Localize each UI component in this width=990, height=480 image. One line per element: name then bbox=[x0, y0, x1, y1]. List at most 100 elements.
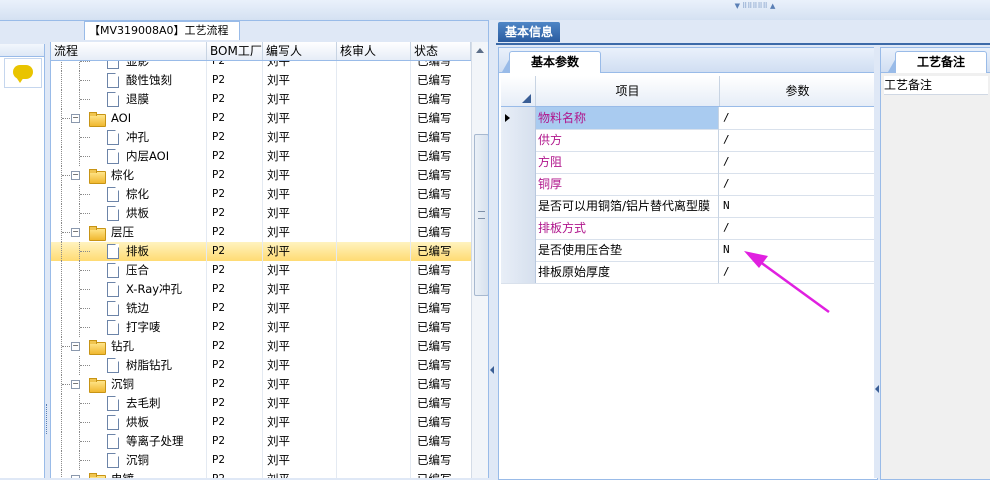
param-row[interactable]: 物料名称 / bbox=[501, 107, 875, 130]
params-grid-header: 项目 参数 bbox=[501, 76, 875, 107]
scroll-up-icon[interactable] bbox=[476, 48, 484, 53]
tree-vertical-scrollbar[interactable] bbox=[471, 42, 489, 478]
tree-row-name: 烘板 bbox=[126, 415, 149, 429]
col-header-bom[interactable]: BOM工厂 bbox=[207, 42, 263, 60]
tree-row[interactable]: 退膜 P2 刘平 已编写 bbox=[51, 90, 471, 109]
basic-params-frame: 基本参数 项目 参数 物料名称 / 供方 / 方阻 / 铜厚 / 是否可以用铜箔/铝片替代离型膜… bbox=[498, 47, 878, 480]
param-row[interactable]: 方阻 / bbox=[501, 151, 875, 174]
tree-row-status: 已编写 bbox=[417, 111, 452, 125]
tree-row[interactable]: 烘板 P2 刘平 已编写 bbox=[51, 413, 471, 432]
param-row[interactable]: 排板方式 / bbox=[501, 217, 875, 240]
tree-row-bom: P2 bbox=[212, 61, 226, 67]
tree-row-author: 刘平 bbox=[267, 282, 290, 296]
param-value[interactable]: / bbox=[720, 107, 878, 129]
tree-row[interactable]: 冲孔 P2 刘平 已编写 bbox=[51, 128, 471, 147]
tree-row-name: 棕化 bbox=[126, 187, 149, 201]
col-header-author[interactable]: 编写人 bbox=[263, 42, 337, 60]
tree-row[interactable]: − 层压 P2 刘平 已编写 bbox=[51, 223, 471, 242]
document-icon bbox=[107, 61, 119, 69]
col-header-process[interactable]: 流程 bbox=[51, 42, 207, 60]
tree-row[interactable]: X-Ray冲孔 P2 刘平 已编写 bbox=[51, 280, 471, 299]
top-splitter-grip[interactable]: ▼ ⠿⠿⠿⠿⠿ ▲ bbox=[720, 2, 790, 10]
collapse-icon[interactable]: − bbox=[71, 114, 80, 123]
row-header[interactable] bbox=[501, 239, 536, 261]
param-value[interactable]: / bbox=[720, 217, 878, 239]
tree-row-bom: P2 bbox=[212, 93, 226, 105]
collapse-icon[interactable]: − bbox=[71, 342, 80, 351]
document-icon bbox=[107, 301, 119, 316]
tree-row[interactable]: − AOI P2 刘平 已编写 bbox=[51, 109, 471, 128]
tree-row-bom: P2 bbox=[212, 283, 226, 295]
collapse-icon[interactable]: − bbox=[71, 171, 80, 180]
tree-row[interactable]: −电镀P2刘平已编写 bbox=[51, 470, 471, 478]
chat-button[interactable] bbox=[4, 58, 42, 88]
collapse-icon[interactable]: − bbox=[71, 380, 80, 389]
tree-row[interactable]: 树脂钻孔 P2 刘平 已编写 bbox=[51, 356, 471, 375]
tree-row-author: 刘平 bbox=[267, 396, 290, 410]
param-value[interactable]: / bbox=[720, 151, 878, 173]
row-header[interactable] bbox=[501, 151, 536, 173]
param-value[interactable]: / bbox=[720, 129, 878, 151]
tree-row[interactable]: 显影 P2 刘平 已编写 bbox=[51, 61, 471, 71]
document-icon bbox=[107, 415, 119, 430]
tree-row[interactable]: 棕化 P2 刘平 已编写 bbox=[51, 185, 471, 204]
row-header[interactable] bbox=[501, 129, 536, 151]
tree-row[interactable]: − 棕化 P2 刘平 已编写 bbox=[51, 166, 471, 185]
param-row[interactable]: 供方 / bbox=[501, 129, 875, 152]
tree-row-author: 刘平 bbox=[267, 168, 290, 182]
right-panel: 基本信息 基本参数 项目 参数 物料名称 / 供方 / 方阻 / 铜厚 / 是否可以用铜箔/铝片… bbox=[496, 20, 990, 480]
tree-row[interactable]: − 沉铜 P2 刘平 已编写 bbox=[51, 375, 471, 394]
grid-corner[interactable] bbox=[501, 76, 536, 106]
tree-row-name: 沉铜 bbox=[126, 453, 149, 467]
tree-row[interactable]: 铣边 P2 刘平 已编写 bbox=[51, 299, 471, 318]
collapse-icon[interactable]: − bbox=[71, 228, 80, 237]
tree-row-author: 刘平 bbox=[267, 263, 290, 277]
param-row[interactable]: 是否可以用铜箔/铝片替代离型膜 N bbox=[501, 195, 875, 218]
tree-row-status: 已编写 bbox=[417, 339, 452, 353]
tree-row-author: 刘平 bbox=[267, 225, 290, 239]
tree-row-author: 刘平 bbox=[267, 244, 290, 258]
tab-basic-info[interactable]: 基本信息 bbox=[498, 22, 560, 42]
tree-row-name: 层压 bbox=[111, 225, 134, 239]
col-header-param[interactable]: 参数 bbox=[720, 76, 875, 106]
collapse-left-icon[interactable] bbox=[490, 366, 494, 374]
param-row[interactable]: 是否使用压合垫 N bbox=[501, 239, 875, 262]
param-row[interactable]: 铜厚 / bbox=[501, 173, 875, 196]
tree-row-author: 刘平 bbox=[267, 206, 290, 220]
row-header[interactable] bbox=[501, 107, 536, 129]
tree-row[interactable]: 内层AOI P2 刘平 已编写 bbox=[51, 147, 471, 166]
tree-row-status: 已编写 bbox=[417, 415, 452, 429]
tree-row[interactable]: − 钻孔 P2 刘平 已编写 bbox=[51, 337, 471, 356]
tree-row-name: X-Ray冲孔 bbox=[126, 282, 183, 296]
scroll-thumb[interactable] bbox=[474, 134, 489, 296]
param-item: 铜厚 bbox=[536, 173, 719, 195]
col-header-status[interactable]: 状态 bbox=[411, 42, 471, 60]
tree-row-status: 已编写 bbox=[417, 149, 452, 163]
param-value[interactable]: N bbox=[720, 239, 878, 261]
tree-row[interactable]: 排板 P2 刘平 已编写 bbox=[51, 242, 471, 261]
tree-row-bom: P2 bbox=[212, 470, 225, 478]
tree-row[interactable]: 酸性蚀刻 P2 刘平 已编写 bbox=[51, 71, 471, 90]
row-header[interactable] bbox=[501, 217, 536, 239]
tree-row[interactable]: 压合 P2 刘平 已编写 bbox=[51, 261, 471, 280]
tab-process-notes[interactable]: 工艺备注 bbox=[888, 51, 987, 73]
tree-row-bom: P2 bbox=[212, 302, 226, 314]
row-header[interactable] bbox=[501, 261, 536, 283]
collapse-notes-icon[interactable] bbox=[875, 385, 879, 393]
tree-row-bom: P2 bbox=[212, 378, 226, 390]
tree-row[interactable]: 去毛刺 P2 刘平 已编写 bbox=[51, 394, 471, 413]
tree-row[interactable]: 等离子处理 P2 刘平 已编写 bbox=[51, 432, 471, 451]
param-value[interactable]: / bbox=[720, 173, 878, 195]
row-header[interactable] bbox=[501, 195, 536, 217]
param-value[interactable]: / bbox=[720, 261, 878, 283]
col-header-reviewer[interactable]: 核审人 bbox=[337, 42, 411, 60]
tree-row[interactable]: 烘板 P2 刘平 已编写 bbox=[51, 204, 471, 223]
document-icon bbox=[107, 244, 119, 259]
tab-basic-params[interactable]: 基本参数 bbox=[502, 51, 601, 73]
row-header[interactable] bbox=[501, 173, 536, 195]
param-row[interactable]: 排板原始厚度 / bbox=[501, 261, 875, 284]
col-header-item[interactable]: 项目 bbox=[536, 76, 720, 106]
tree-row[interactable]: 沉铜 P2 刘平 已编写 bbox=[51, 451, 471, 470]
tree-row[interactable]: 打字唛 P2 刘平 已编写 bbox=[51, 318, 471, 337]
param-value[interactable]: N bbox=[720, 195, 878, 217]
